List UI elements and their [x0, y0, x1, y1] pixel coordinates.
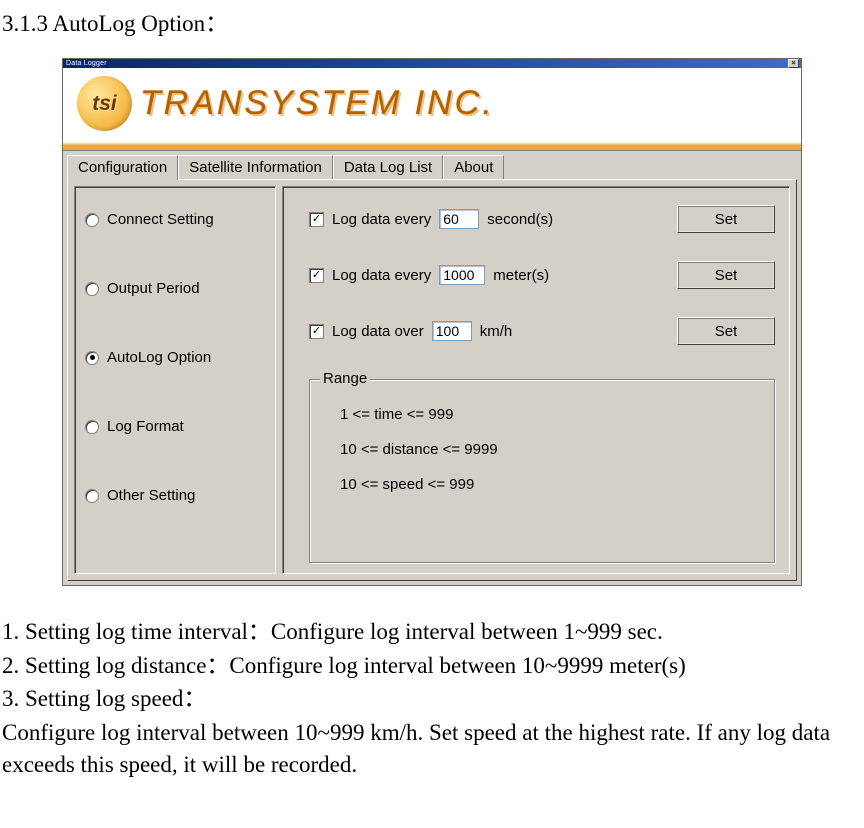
range-groupbox: Range 1 <= time <= 999 10 <= distance <=… [309, 379, 775, 563]
meters-checkbox[interactable] [309, 268, 324, 283]
description-block: 1. Setting log time interval：Configure l… [2, 616, 862, 781]
range-line-speed: 10 <= speed <= 999 [340, 476, 754, 493]
sidebar-item-label: Connect Setting [107, 211, 214, 228]
logo-abbrev: tsi [92, 92, 117, 116]
meters-set-button[interactable]: Set [677, 261, 775, 289]
option-label: Log data every [332, 211, 431, 228]
sidebar-item-label: Other Setting [107, 487, 195, 504]
seconds-checkbox[interactable] [309, 212, 324, 227]
range-title: Range [320, 370, 370, 387]
tab-body: Connect Setting Output Period AutoLog Op… [67, 179, 797, 581]
logo-badge-icon: tsi [77, 76, 132, 131]
option-row-meters: Log data every meter(s) Set [309, 261, 775, 289]
tab-satellite-information[interactable]: Satellite Information [178, 155, 333, 179]
meters-input[interactable] [439, 265, 485, 285]
sidebar-item-output-period[interactable]: Output Period [85, 280, 265, 297]
option-unit: second(s) [487, 211, 553, 228]
sidebar-item-log-format[interactable]: Log Format [85, 418, 265, 435]
brand-header: tsi TRANSYSTEM INC. [63, 68, 801, 151]
seconds-input[interactable] [439, 209, 479, 229]
desc-line-1: 1. Setting log time interval：Configure l… [2, 616, 862, 648]
range-line-distance: 10 <= distance <= 9999 [340, 441, 754, 458]
radio-icon [85, 213, 99, 227]
sidebar-item-label: AutoLog Option [107, 349, 211, 366]
speed-input[interactable] [432, 321, 472, 341]
option-unit: km/h [480, 323, 513, 340]
sidebar-item-connect-setting[interactable]: Connect Setting [85, 211, 265, 228]
option-row-seconds: Log data every second(s) Set [309, 205, 775, 233]
tab-configuration[interactable]: Configuration [67, 155, 178, 180]
tab-about[interactable]: About [443, 155, 504, 179]
seconds-set-button[interactable]: Set [677, 205, 775, 233]
radio-icon [85, 420, 99, 434]
option-label: Log data every [332, 267, 431, 284]
app-window: Data Logger × tsi TRANSYSTEM INC. Config… [62, 58, 802, 586]
option-unit: meter(s) [493, 267, 549, 284]
sidebar-item-label: Output Period [107, 280, 200, 297]
sidebar-item-label: Log Format [107, 418, 184, 435]
sidebar-item-other-setting[interactable]: Other Setting [85, 487, 265, 504]
desc-line-4: Configure log interval between 10~999 km… [2, 717, 862, 780]
option-row-speed: Log data over km/h Set [309, 317, 775, 345]
radio-icon [85, 282, 99, 296]
radio-icon [85, 351, 99, 365]
tab-data-log-list[interactable]: Data Log List [333, 155, 443, 179]
desc-line-2: 2. Setting log distance：Configure log in… [2, 650, 862, 682]
sidebar-item-autolog-option[interactable]: AutoLog Option [85, 349, 265, 366]
radio-icon [85, 489, 99, 503]
section-heading: 3.1.3 AutoLog Option： [2, 4, 864, 38]
close-icon[interactable]: × [788, 59, 799, 68]
option-label: Log data over [332, 323, 424, 340]
speed-checkbox[interactable] [309, 324, 324, 339]
range-line-time: 1 <= time <= 999 [340, 406, 754, 423]
window-title: Data Logger [65, 60, 107, 67]
config-sidebar: Connect Setting Output Period AutoLog Op… [74, 186, 276, 574]
company-name: TRANSYSTEM INC. [140, 84, 495, 123]
main-panel: Log data every second(s) Set Log data ev… [282, 186, 790, 574]
speed-set-button[interactable]: Set [677, 317, 775, 345]
desc-line-3: 3. Setting log speed： [2, 683, 862, 715]
tab-bar: Configuration Satellite Information Data… [63, 151, 801, 179]
titlebar: Data Logger × [63, 59, 801, 68]
